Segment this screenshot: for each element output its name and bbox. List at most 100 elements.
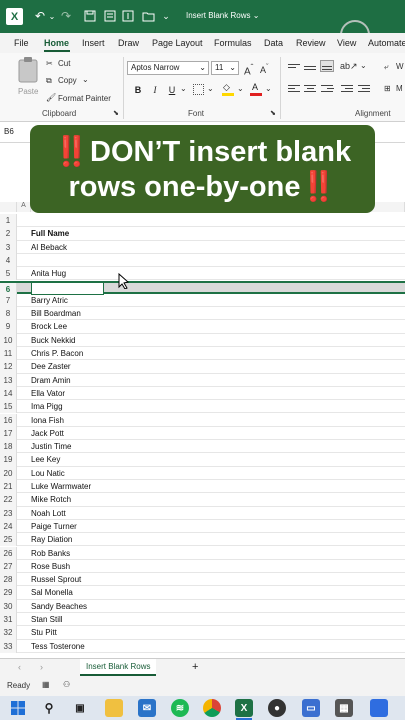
cell-value[interactable]: Dram Amin xyxy=(31,374,71,387)
wrap-text-icon[interactable]: ⤶ xyxy=(384,62,388,72)
cell-value[interactable]: Chris P. Bacon xyxy=(31,347,83,360)
table-row[interactable]: 24 Paige Turner xyxy=(0,519,405,534)
tab-file[interactable]: File xyxy=(14,38,29,48)
table-row[interactable]: 26 Rob Banks xyxy=(0,546,405,560)
row-number[interactable]: 5 xyxy=(0,267,17,281)
document-title[interactable]: Insert Blank Rows ⌄ xyxy=(186,11,259,20)
row-number[interactable]: 1 xyxy=(0,214,17,228)
row-number[interactable]: 23 xyxy=(0,506,17,520)
table-row[interactable]: 4 xyxy=(0,253,405,268)
cell-value[interactable]: Tess Tosterone xyxy=(31,640,85,653)
increase-font-icon[interactable]: Aˆ xyxy=(244,62,253,77)
tab-automate[interactable]: Automate xyxy=(368,38,405,48)
spotify-icon[interactable]: ≋ xyxy=(171,699,189,717)
row-number[interactable]: 7 xyxy=(0,293,17,308)
cell-value[interactable]: Sandy Beaches xyxy=(31,600,87,613)
table-row[interactable]: 11 Chris P. Bacon xyxy=(0,347,405,361)
cell-value[interactable]: Barry Atric xyxy=(31,294,68,307)
table-row[interactable]: 14 Ella Vator xyxy=(0,386,405,401)
font-launcher-icon[interactable]: ⬊ xyxy=(270,109,276,117)
open-folder-icon[interactable] xyxy=(140,8,156,24)
table-row[interactable]: 29 Sal Monella xyxy=(0,586,405,600)
row-number[interactable]: 12 xyxy=(0,360,17,374)
row-number[interactable]: 17 xyxy=(0,426,17,441)
screen-icon[interactable]: ▭ xyxy=(302,699,320,717)
sort-icon[interactable] xyxy=(120,8,136,24)
table-row[interactable]: 1 xyxy=(0,214,405,228)
worksheet-grid[interactable]: A I 12Full Name3Al Beback45Anita Hug67Ba… xyxy=(0,200,405,660)
tab-data[interactable]: Data xyxy=(264,38,283,48)
table-row[interactable]: 33 Tess Tosterone xyxy=(0,639,405,653)
row-number[interactable]: 25 xyxy=(0,533,17,547)
table-row[interactable]: 23 Noah Lott xyxy=(0,506,405,520)
row-number[interactable]: 30 xyxy=(0,599,17,613)
row-number[interactable]: 4 xyxy=(0,253,17,268)
row-number[interactable]: 9 xyxy=(0,320,17,334)
cell-value[interactable]: Noah Lott xyxy=(31,507,66,520)
copy-dropdown-icon[interactable]: ⌄ xyxy=(82,75,89,84)
table-row[interactable]: 25 Ray Diation xyxy=(0,533,405,547)
task-view-icon[interactable]: ▣ xyxy=(71,699,89,717)
tab-review[interactable]: Review xyxy=(296,38,326,48)
next-sheet-icon[interactable]: › xyxy=(40,662,43,672)
clipboard-launcher-icon[interactable]: ⬊ xyxy=(113,109,119,117)
table-row[interactable]: 6 xyxy=(0,280,405,296)
row-number[interactable]: 16 xyxy=(0,413,17,427)
font-name-select[interactable]: Aptos Narrow ⌄ xyxy=(127,61,209,75)
decrease-font-icon[interactable]: Aˇ xyxy=(260,62,269,75)
table-row[interactable]: 31 Stan Still xyxy=(0,613,405,627)
paste-button[interactable]: Paste xyxy=(14,57,42,101)
table-row[interactable]: 3 Al Beback xyxy=(0,240,405,254)
accessibility-icon[interactable]: ⚇ xyxy=(63,680,70,689)
row-number[interactable]: 14 xyxy=(0,386,17,401)
save-icon[interactable] xyxy=(82,8,98,24)
cell-value[interactable]: Ima Pigg xyxy=(31,400,63,413)
borders-dropdown-icon[interactable]: ⌄ xyxy=(207,84,214,93)
row-number[interactable]: 8 xyxy=(0,307,17,321)
table-row[interactable]: 5 Anita Hug xyxy=(0,267,405,281)
align-center-icon[interactable] xyxy=(303,83,317,95)
table-row[interactable]: 2 Full Name xyxy=(0,227,405,241)
cell-value[interactable]: Lou Natic xyxy=(31,467,65,480)
active-cell[interactable] xyxy=(31,281,104,295)
orientation-icon[interactable]: ab↗ xyxy=(340,61,358,72)
cell-value[interactable]: Stan Still xyxy=(31,613,63,626)
row-number[interactable]: 3 xyxy=(0,240,17,254)
app-icon[interactable] xyxy=(370,699,388,717)
select-all-corner[interactable] xyxy=(0,202,17,212)
calculator-icon[interactable]: ▦ xyxy=(335,699,353,717)
sheet-tab-insert-blank-rows[interactable]: Insert Blank Rows xyxy=(80,659,157,676)
cut-button[interactable]: Cut xyxy=(58,59,70,68)
file-explorer-icon[interactable] xyxy=(105,699,123,717)
orientation-dropdown-icon[interactable]: ⌄ xyxy=(360,61,367,70)
table-row[interactable]: 15 Ima Pigg xyxy=(0,400,405,414)
cell-value[interactable]: Russel Sprout xyxy=(31,573,81,586)
mail-icon[interactable]: ✉ xyxy=(138,699,156,717)
table-row[interactable]: 7 Barry Atric xyxy=(0,293,405,308)
row-number[interactable]: 2 xyxy=(0,227,17,241)
excel-taskbar-icon[interactable]: X xyxy=(235,699,253,717)
align-middle-icon[interactable] xyxy=(303,62,317,74)
underline-button[interactable]: U xyxy=(165,83,179,97)
underline-dropdown-icon[interactable]: ⌄ xyxy=(180,84,187,93)
row-number[interactable]: 13 xyxy=(0,373,17,387)
borders-icon[interactable] xyxy=(193,84,204,95)
recorder-icon[interactable]: ● xyxy=(268,699,286,717)
tab-draw[interactable]: Draw xyxy=(118,38,139,48)
cell-value[interactable]: Anita Hug xyxy=(31,267,66,280)
cell-value[interactable]: Stu Pitt xyxy=(31,626,57,639)
row-number[interactable]: 21 xyxy=(0,480,17,494)
add-sheet-button[interactable]: + xyxy=(192,661,198,673)
table-row[interactable]: 18 Justin Time xyxy=(0,440,405,454)
row-number[interactable]: 15 xyxy=(0,400,17,414)
table-row[interactable]: 21 Luke Warmwater xyxy=(0,480,405,494)
merge-button[interactable]: M xyxy=(396,84,403,93)
font-color-dropdown-icon[interactable]: ⌄ xyxy=(265,84,272,93)
align-bottom-icon[interactable] xyxy=(320,60,334,72)
table-row[interactable]: 20 Lou Natic xyxy=(0,466,405,480)
windows-start-icon[interactable] xyxy=(9,699,27,717)
table-row[interactable]: 27 Rose Bush xyxy=(0,559,405,574)
cell-value[interactable]: Sal Monella xyxy=(31,586,73,599)
column-header-a[interactable]: A xyxy=(17,202,31,212)
row-number[interactable]: 19 xyxy=(0,453,17,467)
